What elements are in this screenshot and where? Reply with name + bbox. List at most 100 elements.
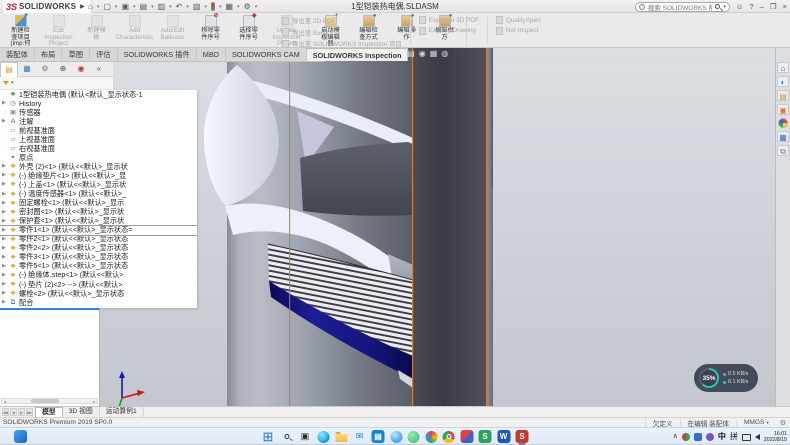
model-tab-模型[interactable]: 模型 [35, 407, 63, 417]
tab-scroll-buttons[interactable]: ◂◂◂▸▸▸ [0, 407, 35, 417]
model-tab-3D 视图[interactable]: 3D 视图 [63, 407, 100, 417]
options-gear-icon[interactable]: ⚙ [244, 2, 251, 11]
tab-装配体[interactable]: 装配体 [0, 48, 35, 61]
design-library-icon[interactable]: ▤ [777, 90, 789, 101]
custom-properties-icon[interactable]: ▦ [777, 131, 789, 142]
print-icon[interactable]: ▥ [158, 2, 166, 11]
taskbar-windows-start-icon[interactable]: ⊞ [262, 430, 275, 443]
tray-app-blue-icon[interactable] [694, 433, 702, 441]
home-icon[interactable]: ⌂ [88, 2, 93, 11]
graphics-viewport[interactable]: ⤢⌖↺◧▤◉▦◍◔▾⊡ 35% 0.5 KB/s0.1 KB/s [100, 48, 775, 406]
export-item[interactable]: 导出至 Excel [282, 28, 402, 37]
tray-app-red-green-icon[interactable] [682, 433, 690, 441]
add-edit-balloons-button[interactable]: Add/EditBalloons [154, 14, 191, 41]
model-inner-dark-column[interactable] [413, 48, 487, 406]
tray-app-purple-icon[interactable] [706, 433, 714, 441]
tab-草图[interactable]: 草图 [62, 48, 90, 61]
new-inspection-project-button[interactable]: ✦新建检查项目(imp:何 [2, 14, 39, 48]
monitor-icon[interactable]: ⊡ [469, 49, 476, 59]
taskbar-app-color-circle-icon[interactable] [425, 431, 437, 443]
status-options-gear-icon[interactable]: ⚙ [776, 419, 790, 427]
propertymanager-tab[interactable]: ▦ [18, 62, 36, 76]
model-armored-thermocouple[interactable] [204, 48, 493, 406]
menu-flyout-arrow[interactable]: ▶ [80, 3, 85, 10]
restore-button[interactable]: ❐ [770, 2, 777, 11]
filter-caret-icon[interactable]: ▾ [11, 80, 14, 86]
file-properties-icon[interactable]: ▦ [225, 2, 233, 11]
rebuild-traffic-light-icon[interactable] [211, 2, 215, 11]
widgets-icon[interactable] [14, 430, 27, 443]
3d-model-canvas[interactable] [100, 48, 775, 406]
save-icon[interactable]: ▤ [140, 2, 148, 11]
export-item[interactable]: Export to 3D PDF [419, 16, 479, 24]
tab-评估[interactable]: 评估 [90, 48, 118, 61]
open-icon[interactable]: ▣ [121, 2, 129, 11]
display-style-icon[interactable]: ◔ [452, 49, 457, 59]
help-search-box[interactable]: 搜索 SOLIDWORKS 帮助 ▾ [635, 2, 730, 12]
tab-mbd[interactable]: MBD [197, 48, 226, 61]
taskbar-microsoft-store-icon[interactable]: ▤ [372, 430, 385, 443]
search-caret-icon[interactable]: ▾ [723, 4, 726, 10]
file-explorer-icon[interactable]: ▣ [777, 104, 789, 115]
dimxpertmanager-tab[interactable]: ⊕ [54, 62, 72, 76]
export-item[interactable]: Export eDrawing [419, 27, 479, 35]
volume-tray-icon[interactable] [755, 434, 760, 440]
unit-system-selector[interactable]: MMGS▾ [736, 419, 776, 426]
taskbar-search-icon[interactable] [280, 430, 293, 443]
display-tray-icon[interactable] [742, 434, 751, 441]
appearance-icon[interactable]: ◉ [419, 49, 426, 59]
taskbar-app-blue-circle-icon[interactable] [390, 431, 402, 443]
tab-布局[interactable]: 布局 [35, 48, 63, 61]
taskbar-edge-browser-icon[interactable] [317, 431, 329, 443]
new-document-icon[interactable]: ▢ [103, 2, 111, 11]
performance-widget[interactable]: 35% 0.5 KB/s0.1 KB/s [694, 364, 758, 392]
taskbar-app-red-blue-icon[interactable] [460, 430, 473, 443]
ime-mode-indicator[interactable]: 拼 [730, 431, 738, 442]
feature-tree-filter[interactable]: ▾ [0, 77, 113, 90]
view-settings-icon[interactable]: ▾ [461, 49, 465, 59]
scrollbar-thumb[interactable] [31, 399, 59, 403]
undo-icon[interactable]: ↶ [176, 2, 183, 11]
3d-content-central-icon[interactable]: ◐ [777, 76, 789, 87]
minimize-button[interactable]: – [760, 2, 764, 11]
export-item[interactable]: QualityXpert [496, 16, 541, 24]
tab-solidworks-cam[interactable]: SOLIDWORKS CAM [226, 48, 307, 61]
configurationmanager-tab[interactable]: ⚙ [36, 62, 54, 76]
new-template-button[interactable]: 新建模板 [78, 14, 115, 41]
tab-solidworks-inspection[interactable]: SOLIDWORKS Inspection [307, 48, 409, 61]
login-button[interactable]: ☺ [736, 2, 744, 11]
ime-language-indicator[interactable]: 中 [718, 431, 726, 442]
export-item[interactable]: 导出至 2D PDF [282, 16, 402, 25]
taskbar-task-view-icon[interactable]: ▣ [299, 430, 312, 443]
clock[interactable]: 16:01 2022/8/15 [764, 431, 787, 443]
export-item[interactable]: Net-Inspect [496, 27, 541, 35]
home-icon[interactable]: ⌂ [777, 62, 789, 73]
taskbar-chrome-browser-icon[interactable] [443, 431, 455, 443]
scene-icon[interactable]: ▦ [430, 49, 438, 59]
appearances-wheel-icon[interactable] [778, 118, 788, 128]
export-item[interactable]: 导出至 SOLIDWORKS Inspection 项目 [282, 39, 402, 48]
displaymanager-tab[interactable]: ◉ [72, 62, 90, 76]
view-palette-icon[interactable]: ⧉ [777, 145, 789, 156]
remove-balloons-button[interactable]: ⊘移除零件序号 [192, 14, 229, 41]
collapse-arrows[interactable]: « [90, 62, 108, 76]
edit-inspection-project-button[interactable]: EditInspectionProject [40, 14, 77, 48]
tree-item-mates[interactable]: ▶⧉配合 [0, 298, 197, 307]
taskbar-solidworks-app-icon[interactable]: S [516, 430, 529, 443]
hide-show-icon[interactable]: ◍ [441, 49, 448, 59]
taskbar-app-green-circle-icon[interactable] [408, 431, 420, 443]
taskbar-wps-office-icon[interactable]: S [479, 430, 492, 443]
tab-solidworks-插件[interactable]: SOLIDWORKS 插件 [118, 48, 197, 61]
taskbar-mail-icon[interactable]: ✉ [353, 430, 366, 443]
model-tab-运动算例1[interactable]: 运动算例1 [100, 407, 144, 417]
featuremanager-tab[interactable]: ▤ [0, 62, 18, 77]
tree-item-assembly-root[interactable]: ❖1型铠装热电偶 (默认<默认_显示状态-1 [0, 90, 197, 99]
search-magnifier-icon[interactable] [715, 4, 720, 9]
add-characteristic-button[interactable]: AddCharacteristic [116, 14, 153, 41]
taskbar-word-icon[interactable]: W [497, 430, 510, 443]
panel-splitter[interactable] [0, 308, 99, 310]
panel-horizontal-scrollbar[interactable]: ◂ ▸ [1, 398, 98, 404]
taskbar-file-explorer-icon[interactable] [335, 430, 348, 443]
hidden-icons-chevron[interactable]: ∧ [673, 429, 678, 444]
help-button[interactable]: ? [750, 2, 754, 11]
